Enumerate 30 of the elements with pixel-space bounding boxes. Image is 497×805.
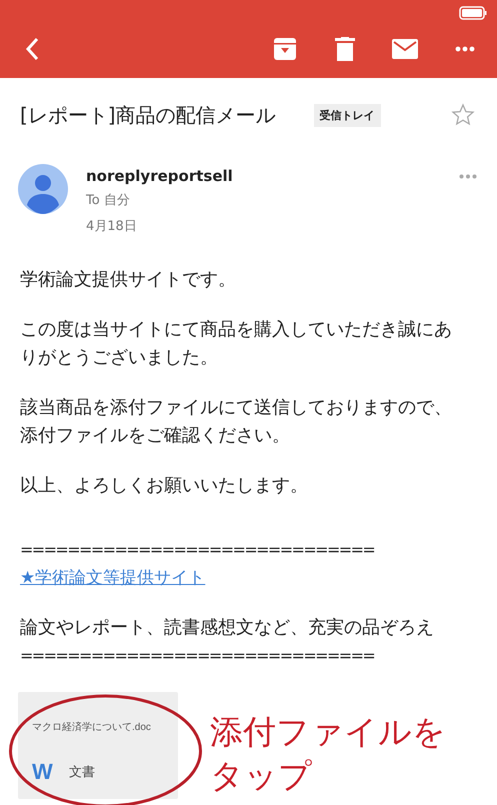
- word-icon: W: [32, 759, 53, 785]
- star-icon: [451, 103, 475, 127]
- avatar-icon: [18, 164, 68, 214]
- attachment-filename: マクロ経済学について.doc: [32, 720, 152, 734]
- separator-text: ==============================: [20, 645, 374, 667]
- inbox-label: 受信トレイ: [314, 104, 381, 126]
- body-text: 論文やレポート、読書感想文など、充実の品ぞろえ: [20, 616, 434, 640]
- body-text: この度は当サイトにて商品を購入していただき誠にありがとうございました。: [20, 318, 453, 370]
- subject-title: [レポート]商品の配信メール: [20, 102, 276, 128]
- more-icon[interactable]: [459, 174, 477, 179]
- archive-button[interactable]: [271, 35, 299, 63]
- date-text: 4月18日: [86, 218, 138, 236]
- site-link[interactable]: ★学術論文等提供サイト: [20, 564, 206, 592]
- separator-text: ==============================: [20, 539, 374, 561]
- mail-icon: [392, 39, 418, 59]
- back-icon: [25, 37, 39, 61]
- sender-name: noreplyreportsell: [86, 166, 234, 187]
- recipient-text: To 自分: [86, 192, 131, 210]
- body-text: 以上、よろしくお願いいたします。: [20, 474, 308, 498]
- annotation-text: 添付ファイルを: [210, 711, 446, 753]
- body-text: 該当商品を添付ファイルにて送信しておりますので、: [20, 396, 452, 420]
- file-type-text: 文書: [68, 763, 95, 781]
- body-text: 添付ファイルをご確認ください。: [20, 424, 290, 448]
- attachment-card[interactable]: マクロ経済学について.doc W 文書: [18, 692, 178, 799]
- annotation-text: タップ: [210, 755, 313, 797]
- trash-icon: [335, 37, 355, 61]
- body-text: 学術論文提供サイトです。: [20, 268, 236, 292]
- archive-icon: [273, 37, 297, 61]
- battery-icon: [459, 6, 487, 20]
- more-icon: [455, 46, 475, 52]
